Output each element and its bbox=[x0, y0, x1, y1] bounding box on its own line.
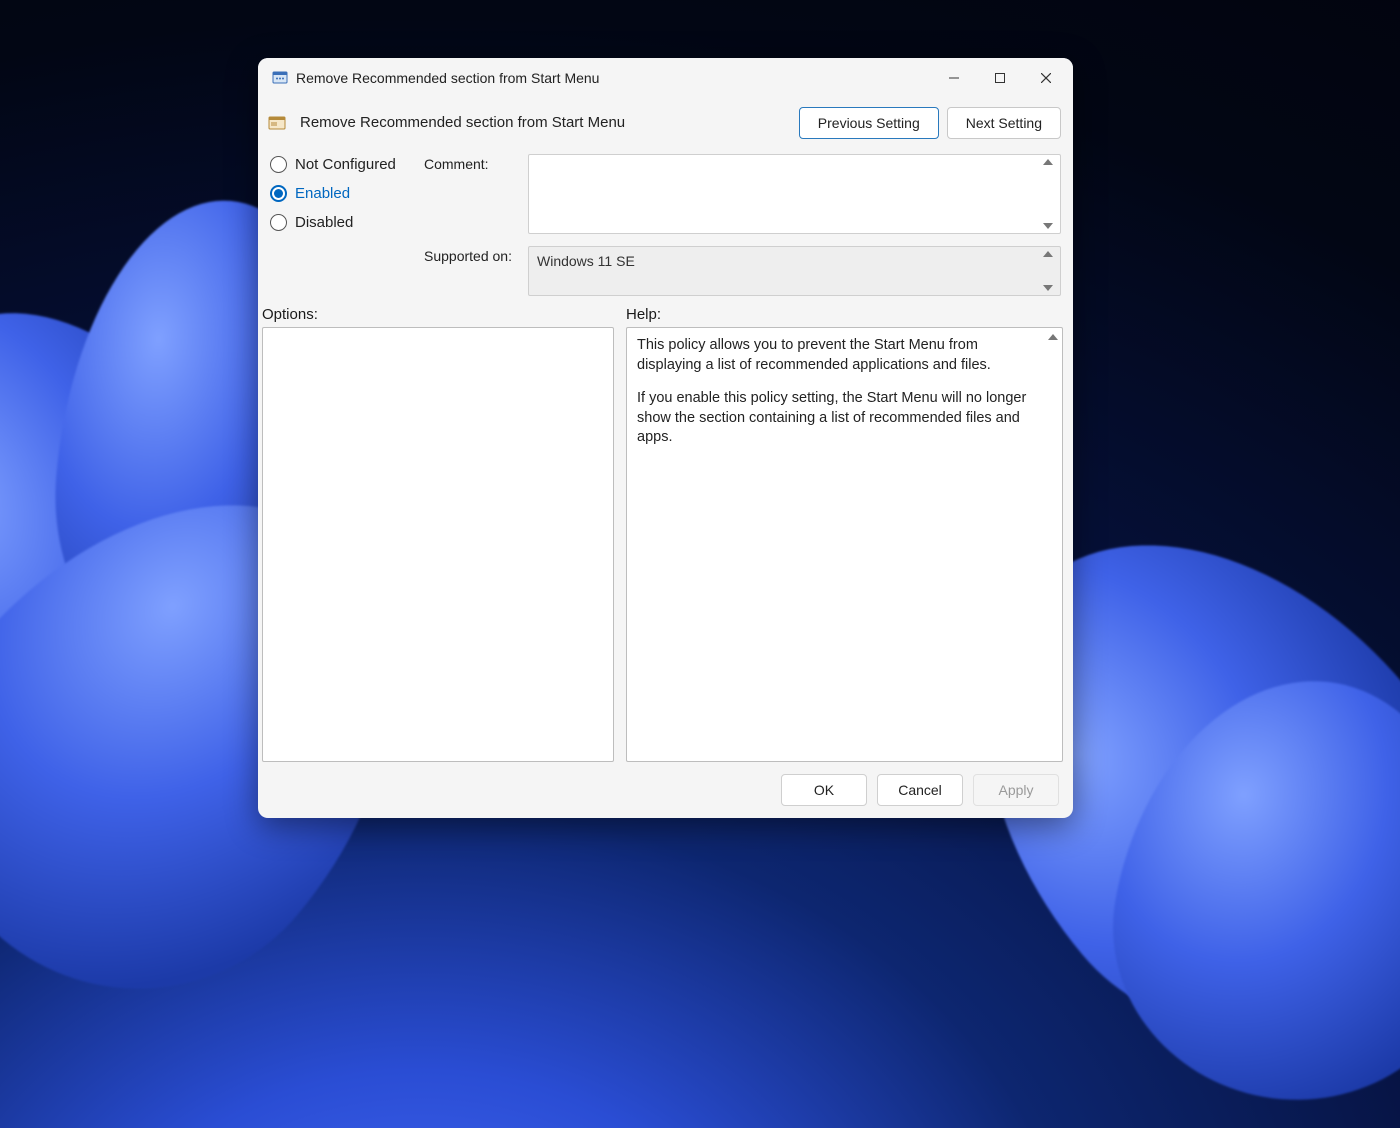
triangle-down-icon bbox=[1043, 223, 1053, 229]
radio-not-configured[interactable]: Not Configured bbox=[270, 156, 408, 173]
gpedit-app-icon bbox=[272, 70, 288, 86]
supported-spin-up[interactable] bbox=[1043, 251, 1057, 257]
supported-spin-down[interactable] bbox=[1043, 285, 1057, 291]
config-row: Not Configured Enabled Disabled Comment: bbox=[258, 148, 1073, 300]
supported-value: Windows 11 SE bbox=[537, 253, 635, 269]
form-column: Comment: Supported on: Windows 11 SE bbox=[424, 154, 1061, 296]
triangle-up-icon bbox=[1048, 334, 1058, 340]
supported-label: Supported on: bbox=[424, 246, 516, 264]
radio-label: Not Configured bbox=[295, 156, 396, 173]
help-panel: This policy allows you to prevent the St… bbox=[626, 327, 1063, 762]
help-paragraph: If you enable this policy setting, the S… bbox=[637, 389, 1044, 448]
radio-circle-icon bbox=[270, 185, 287, 202]
options-panel bbox=[262, 327, 614, 762]
comment-spin-down[interactable] bbox=[1043, 223, 1057, 229]
radio-label: Enabled bbox=[295, 185, 350, 202]
radio-circle-icon bbox=[270, 214, 287, 231]
policy-icon bbox=[268, 114, 286, 132]
triangle-down-icon bbox=[1043, 285, 1053, 291]
next-setting-button[interactable]: Next Setting bbox=[947, 107, 1061, 139]
comment-input[interactable] bbox=[528, 154, 1061, 234]
supported-on-box: Windows 11 SE bbox=[528, 246, 1061, 296]
help-section-label: Help: bbox=[626, 306, 661, 323]
help-scroll-up[interactable] bbox=[1048, 334, 1058, 340]
ok-button[interactable]: OK bbox=[781, 774, 867, 806]
triangle-up-icon bbox=[1043, 251, 1053, 257]
radio-enabled[interactable]: Enabled bbox=[270, 185, 408, 202]
supported-row: Supported on: Windows 11 SE bbox=[424, 246, 1061, 296]
comment-row: Comment: bbox=[424, 154, 1061, 234]
section-labels: Options: Help: bbox=[258, 300, 1073, 327]
policy-title: Remove Recommended section from Start Me… bbox=[300, 114, 625, 131]
radio-circle-icon bbox=[270, 156, 287, 173]
radio-disabled[interactable]: Disabled bbox=[270, 214, 408, 231]
footer: OK Cancel Apply bbox=[258, 762, 1073, 818]
comment-spin-up[interactable] bbox=[1043, 159, 1057, 165]
maximize-button[interactable] bbox=[977, 62, 1023, 94]
titlebar: Remove Recommended section from Start Me… bbox=[258, 58, 1073, 98]
close-button[interactable] bbox=[1023, 62, 1069, 94]
radio-dot-icon bbox=[274, 189, 283, 198]
window-title: Remove Recommended section from Start Me… bbox=[296, 70, 599, 86]
state-radio-group: Not Configured Enabled Disabled bbox=[270, 154, 408, 296]
gpedit-policy-window: Remove Recommended section from Start Me… bbox=[258, 58, 1073, 818]
previous-setting-button[interactable]: Previous Setting bbox=[799, 107, 939, 139]
cancel-button[interactable]: Cancel bbox=[877, 774, 963, 806]
comment-label: Comment: bbox=[424, 154, 516, 172]
help-paragraph: This policy allows you to prevent the St… bbox=[637, 336, 1044, 375]
radio-label: Disabled bbox=[295, 214, 353, 231]
triangle-up-icon bbox=[1043, 159, 1053, 165]
panels: This policy allows you to prevent the St… bbox=[258, 327, 1073, 762]
apply-button[interactable]: Apply bbox=[973, 774, 1059, 806]
options-section-label: Options: bbox=[262, 306, 626, 323]
minimize-button[interactable] bbox=[931, 62, 977, 94]
toolbar: Remove Recommended section from Start Me… bbox=[258, 98, 1073, 148]
